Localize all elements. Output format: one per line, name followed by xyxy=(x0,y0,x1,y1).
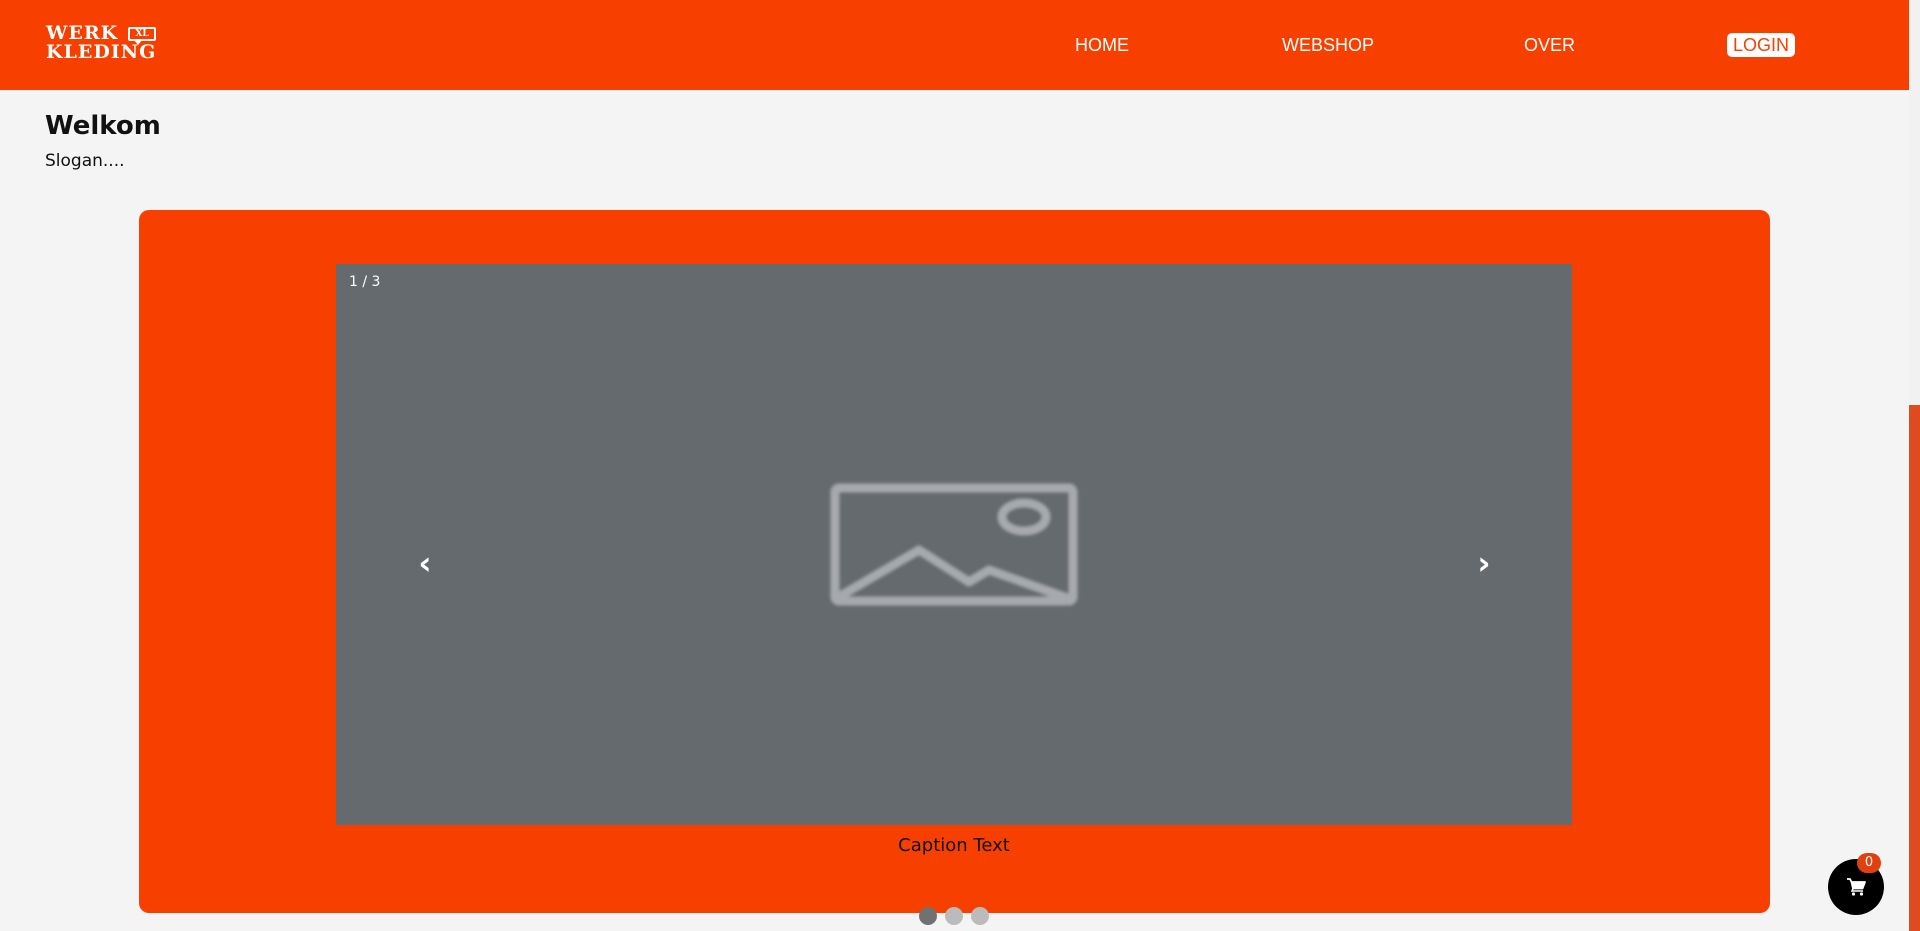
slogan: Slogan.... xyxy=(45,151,125,171)
cart-icon xyxy=(1847,878,1866,896)
logo[interactable]: WERK KLEDING XL xyxy=(46,24,158,66)
slideshow: 1 / 3 ‹ › Caption Text xyxy=(139,210,1770,913)
slide-counter: 1 / 3 xyxy=(349,274,381,290)
next-slide-button[interactable]: › xyxy=(1466,543,1502,583)
slide-caption: Caption Text xyxy=(898,835,1010,856)
slide-dot-2[interactable] xyxy=(945,907,963,925)
slide-dot-1[interactable] xyxy=(919,907,937,925)
cart-count-badge: 0 xyxy=(1857,853,1881,873)
slide-dots xyxy=(919,907,989,925)
page-title: Welkom xyxy=(45,111,161,141)
nav-webshop-link[interactable]: WEBSHOP xyxy=(1282,33,1374,57)
logo-badge: XL xyxy=(128,27,156,45)
slide-dot-3[interactable] xyxy=(971,907,989,925)
nav-home-link[interactable]: HOME xyxy=(1075,33,1129,57)
site-header: WERK KLEDING XL HOME WEBSHOP OVER LOGIN xyxy=(0,0,1909,90)
logo-line-kleding: KLEDING xyxy=(46,41,157,63)
slide-image: 1 / 3 xyxy=(336,264,1572,825)
scrollbar[interactable] xyxy=(1909,0,1920,931)
previous-slide-button[interactable]: ‹ xyxy=(407,543,443,583)
cart-button[interactable]: 0 xyxy=(1828,853,1884,915)
scrollbar-thumb[interactable] xyxy=(1909,405,1920,931)
login-button[interactable]: LOGIN xyxy=(1727,33,1796,57)
nav-over-link[interactable]: OVER xyxy=(1524,33,1575,57)
image-placeholder-icon xyxy=(830,483,1078,606)
